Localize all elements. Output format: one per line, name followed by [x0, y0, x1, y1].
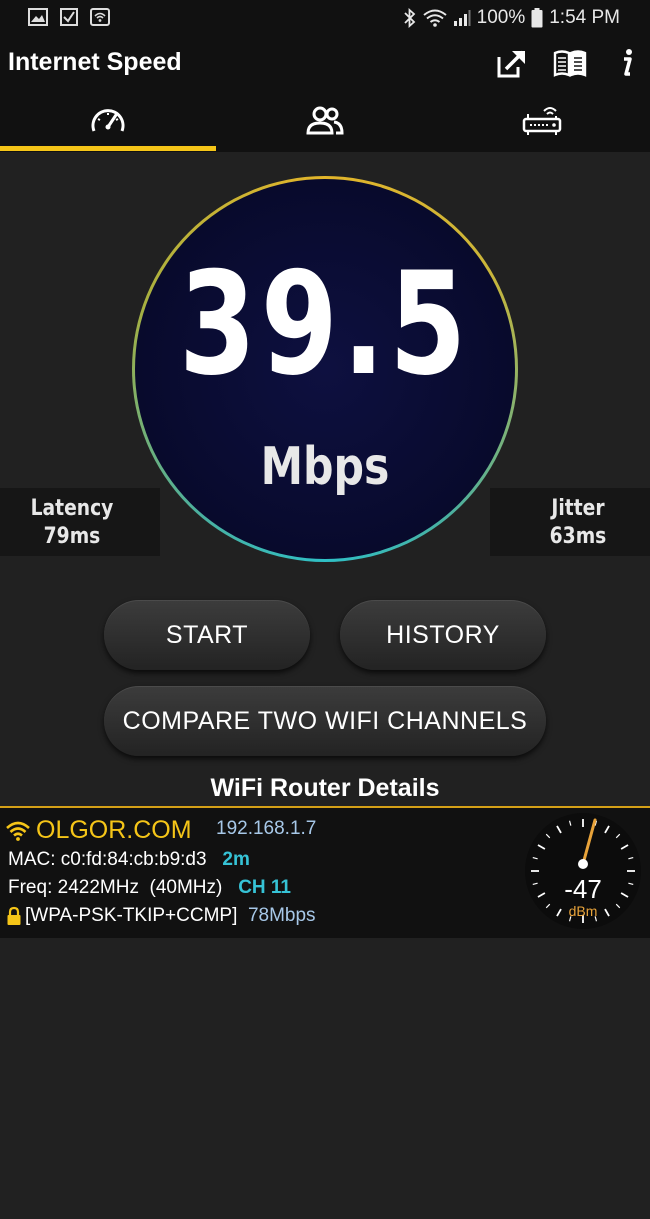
router-ssid: OLGOR.COM — [36, 816, 192, 844]
security-line: [WPA-PSK-TKIP+CCMP] 78Mbps — [6, 905, 316, 927]
router-distance: 2m — [222, 849, 250, 870]
compare-channels-button[interactable]: COMPARE TWO WIFI CHANNELS — [104, 686, 546, 756]
router-channel: CH 11 — [238, 877, 291, 898]
users-icon — [306, 106, 344, 135]
share-icon[interactable] — [495, 46, 529, 80]
router-link-speed: 78Mbps — [247, 905, 316, 926]
tab-speed-test[interactable] — [0, 90, 216, 152]
router-icon — [522, 107, 562, 135]
speedometer-icon — [91, 109, 125, 132]
battery-percent: 100% — [476, 7, 526, 28]
app-title: Internet Speed — [8, 48, 182, 76]
status-bar: 100% 1:54 PM — [0, 0, 650, 36]
router-security: [WPA-PSK-TKIP+CCMP] — [25, 905, 238, 926]
jitter-value: 63ms — [549, 524, 607, 549]
tab-bar — [0, 90, 650, 152]
freq-line: Freq: 2422MHz (40MHz) CH 11 — [8, 877, 291, 899]
latency-value: 79ms — [43, 524, 101, 549]
history-button[interactable]: HISTORY — [340, 600, 546, 670]
image-icon — [28, 8, 48, 26]
signal-strength-gauge: -47 dBm — [525, 813, 641, 929]
speed-unit: Mbps — [260, 437, 390, 497]
bluetooth-icon — [403, 8, 415, 28]
tab-users[interactable] — [217, 90, 433, 152]
speed-value: 39.5 — [178, 242, 471, 407]
wifi-strength-icon — [6, 821, 30, 841]
router-mac: MAC: c0:fd:84:cb:b9:d3 — [8, 849, 207, 870]
info-icon[interactable] — [610, 46, 644, 80]
start-button[interactable]: START — [104, 600, 310, 670]
battery-icon — [531, 8, 543, 28]
app-bar: Internet Speed — [0, 36, 650, 90]
signal-unit: dBm — [569, 903, 598, 919]
lock-icon — [7, 906, 21, 925]
status-time: 1:54 PM — [549, 7, 620, 28]
speed-gauge: 39.5 Mbps — [132, 176, 518, 562]
book-icon[interactable] — [553, 46, 587, 80]
signal-needle-hub — [578, 859, 588, 869]
router-section-title: WiFi Router Details — [210, 774, 440, 802]
signal-value: -47 — [564, 874, 602, 904]
wifi-signal-icon — [422, 9, 447, 27]
checkbox-icon — [60, 8, 78, 26]
jitter-label: Jitter — [551, 496, 605, 521]
router-ip: 192.168.1.7 — [216, 818, 317, 839]
mac-line: MAC: c0:fd:84:cb:b9:d3 2m — [8, 849, 250, 871]
cell-signal-icon — [453, 10, 471, 26]
active-tab-indicator — [0, 146, 216, 151]
wifi-icon — [90, 8, 110, 26]
latency-label: Latency — [30, 496, 114, 521]
router-freq: Freq: 2422MHz (40MHz) — [8, 877, 223, 898]
tab-router[interactable] — [434, 90, 650, 152]
